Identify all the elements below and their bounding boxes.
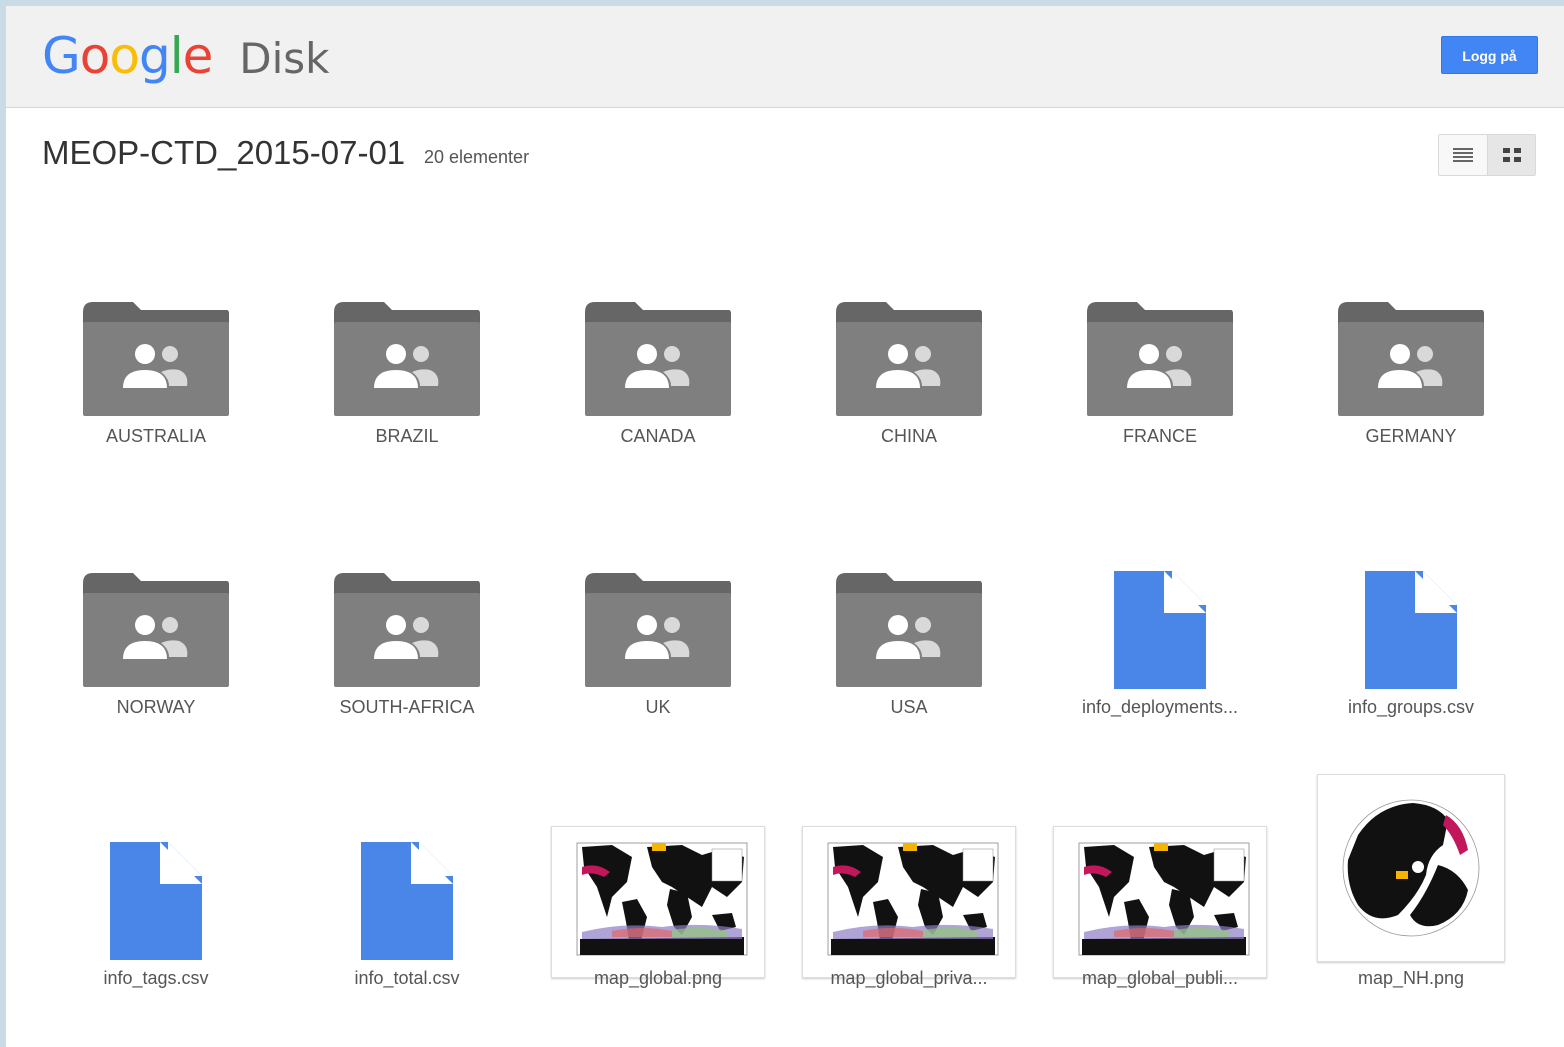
shared-folder-icon xyxy=(585,302,731,416)
item-thumbnail xyxy=(1291,286,1531,418)
item-thumbnail xyxy=(789,557,1029,689)
shared-folder-icon xyxy=(585,573,731,687)
folder-australia[interactable]: AUSTRALIA xyxy=(36,286,276,486)
item-thumbnail xyxy=(287,828,527,960)
file-icon xyxy=(1114,571,1206,689)
file-info-tags-csv[interactable]: info_tags.csv xyxy=(36,828,276,1028)
item-thumbnail xyxy=(1291,557,1531,689)
map-thumbnail-icon xyxy=(551,826,765,978)
item-label: FRANCE xyxy=(1122,426,1197,446)
shared-folder-icon xyxy=(83,302,229,416)
item-label: CHINA xyxy=(880,426,937,446)
shared-folder-icon xyxy=(836,302,982,416)
file-map-global-png[interactable]: map_global.png xyxy=(538,826,778,1028)
file-info-deployments[interactable]: info_deployments... xyxy=(1040,557,1280,757)
item-thumbnail xyxy=(1291,774,1531,962)
item-label: info_tags.csv xyxy=(103,968,209,988)
polar-map-thumbnail-icon xyxy=(1317,774,1505,962)
item-label: SOUTH-AFRICA xyxy=(339,697,475,717)
folder-norway[interactable]: NORWAY xyxy=(36,557,276,757)
item-thumbnail xyxy=(789,826,1029,978)
item-label: CANADA xyxy=(620,426,696,446)
folder-usa[interactable]: USA xyxy=(789,557,1029,757)
file-map-nh-png[interactable]: map_NH.png xyxy=(1291,774,1531,1028)
shared-folder-icon xyxy=(1338,302,1484,416)
file-icon xyxy=(110,842,202,960)
shared-folder-icon xyxy=(83,573,229,687)
map-thumbnail-icon xyxy=(802,826,1016,978)
file-grid: AUSTRALIA BRAZIL CANADA CHINA FRANCE GERMANY N… xyxy=(6,6,1564,1047)
item-thumbnail xyxy=(1040,286,1280,418)
item-label: map_global_priva... xyxy=(830,968,988,988)
file-info-groups-csv[interactable]: info_groups.csv xyxy=(1291,557,1531,757)
item-label: AUSTRALIA xyxy=(105,426,207,446)
item-thumbnail xyxy=(538,826,778,978)
item-label: USA xyxy=(890,697,928,717)
item-label: GERMANY xyxy=(1365,426,1457,446)
shared-folder-icon xyxy=(334,573,480,687)
item-thumbnail xyxy=(1040,826,1280,978)
item-thumbnail xyxy=(36,557,276,689)
item-label: NORWAY xyxy=(116,697,196,717)
item-thumbnail xyxy=(36,828,276,960)
shared-folder-icon xyxy=(1087,302,1233,416)
folder-brazil[interactable]: BRAZIL xyxy=(287,286,527,486)
map-thumbnail-icon xyxy=(1053,826,1267,978)
item-label: BRAZIL xyxy=(375,426,439,446)
file-info-total-csv[interactable]: info_total.csv xyxy=(287,828,527,1028)
item-label: info_deployments... xyxy=(1081,697,1239,717)
folder-south-africa[interactable]: SOUTH-AFRICA xyxy=(287,557,527,757)
shared-folder-icon xyxy=(334,302,480,416)
item-label: UK xyxy=(645,697,671,717)
folder-canada[interactable]: CANADA xyxy=(538,286,778,486)
item-thumbnail xyxy=(36,286,276,418)
item-thumbnail xyxy=(538,286,778,418)
shared-folder-icon xyxy=(836,573,982,687)
item-thumbnail xyxy=(1040,557,1280,689)
folder-uk[interactable]: UK xyxy=(538,557,778,757)
file-map-global-publi[interactable]: map_global_publi... xyxy=(1040,826,1280,1028)
item-label: info_groups.csv xyxy=(1347,697,1475,717)
folder-germany[interactable]: GERMANY xyxy=(1291,286,1531,486)
item-thumbnail xyxy=(287,557,527,689)
item-label: map_global_publi... xyxy=(1081,968,1239,988)
file-map-global-priva[interactable]: map_global_priva... xyxy=(789,826,1029,1028)
drive-window: Google Disk Logg på MEOP-CTD_2015-07-01 … xyxy=(6,6,1564,1047)
item-thumbnail xyxy=(287,286,527,418)
item-thumbnail xyxy=(538,557,778,689)
item-thumbnail xyxy=(789,286,1029,418)
folder-china[interactable]: CHINA xyxy=(789,286,1029,486)
item-label: map_global.png xyxy=(593,968,723,988)
item-label: map_NH.png xyxy=(1357,968,1465,988)
file-icon xyxy=(361,842,453,960)
file-icon xyxy=(1365,571,1457,689)
folder-france[interactable]: FRANCE xyxy=(1040,286,1280,486)
item-label: info_total.csv xyxy=(354,968,460,988)
